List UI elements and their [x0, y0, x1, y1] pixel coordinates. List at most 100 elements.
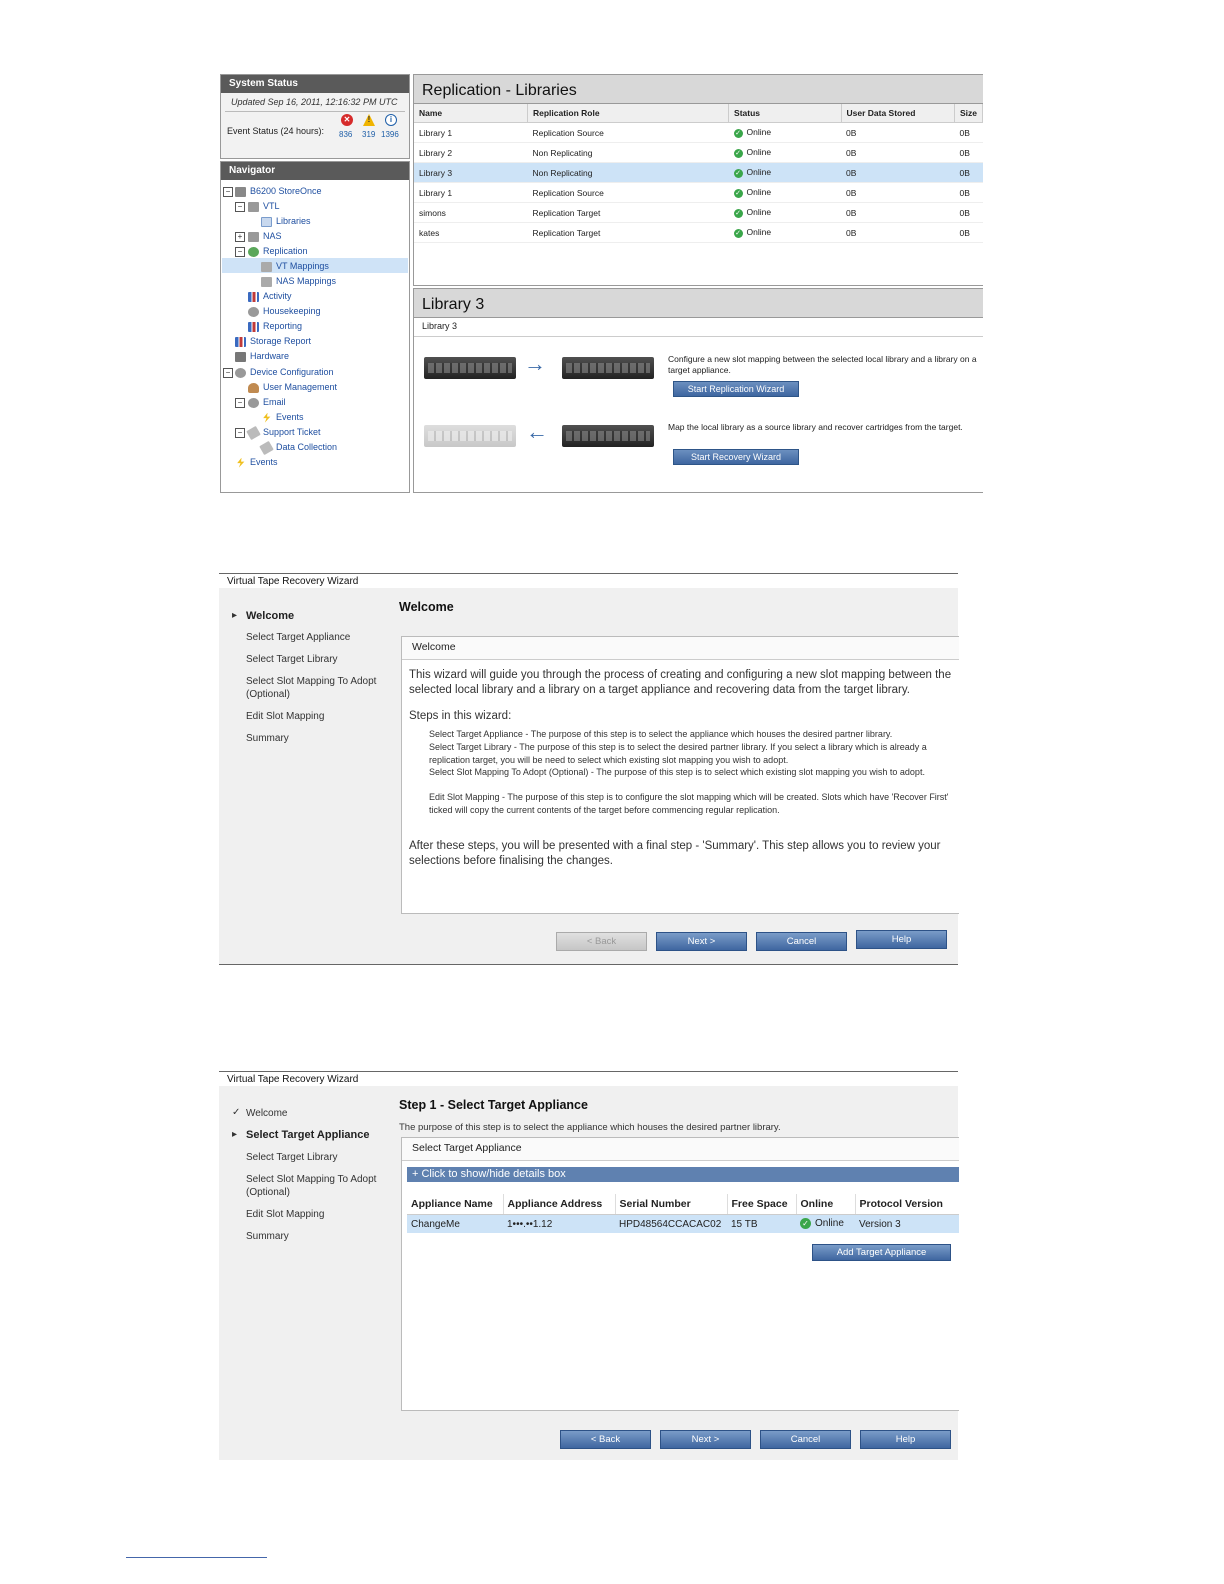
- collapse-icon[interactable]: −: [235, 247, 245, 257]
- target-appliance-image: [562, 425, 654, 447]
- nav-item-activity[interactable]: Activity: [248, 289, 292, 303]
- lightning-icon: [237, 457, 245, 468]
- next-button[interactable]: Next >: [660, 1430, 751, 1449]
- start-replication-wizard-button[interactable]: Start Replication Wizard: [673, 381, 799, 397]
- column-header-role[interactable]: Replication Role: [527, 104, 730, 123]
- footnote-separator: [126, 1557, 267, 1558]
- column-header-free-space[interactable]: Free Space: [727, 1194, 797, 1215]
- column-header-protocol-version[interactable]: Protocol Version: [855, 1194, 959, 1215]
- online-check-icon: ✓: [733, 228, 743, 238]
- step-description: Select Target Library - The purpose of t…: [429, 742, 927, 765]
- column-header-appliance-name[interactable]: Appliance Name: [407, 1194, 504, 1215]
- online-check-icon: ✓: [733, 208, 743, 218]
- library-detail-panel: Library 3 Library 3 → Configure a new sl…: [413, 288, 983, 493]
- collapse-icon[interactable]: −: [235, 398, 245, 408]
- back-button[interactable]: < Back: [560, 1430, 651, 1449]
- next-button[interactable]: Next >: [656, 932, 747, 951]
- replication-libraries-panel: Replication - Libraries Name Replication…: [413, 74, 984, 286]
- replication-icon: [248, 246, 259, 257]
- collapse-icon[interactable]: −: [235, 202, 245, 212]
- online-check-icon: ✓: [733, 168, 743, 178]
- column-header-appliance-address[interactable]: Appliance Address: [503, 1194, 616, 1215]
- recovery-wizard-welcome-screenshot: Virtual Tape Recovery Wizard ▸ Welcome S…: [219, 573, 959, 965]
- step-select-target-appliance[interactable]: Select Target Appliance: [246, 631, 386, 644]
- collapse-icon[interactable]: −: [223, 187, 233, 197]
- nav-item-reporting[interactable]: Reporting: [248, 319, 302, 333]
- nav-item-support-ticket[interactable]: Support Ticket: [246, 425, 321, 440]
- wizard-title: Virtual Tape Recovery Wizard: [227, 576, 359, 587]
- step-select-target-library[interactable]: Select Target Library: [246, 1151, 386, 1164]
- start-recovery-wizard-button[interactable]: Start Recovery Wizard: [673, 449, 799, 465]
- table-row[interactable]: Library 1 Replication Source ✓ Online 0B …: [414, 182, 983, 203]
- nav-item-libraries[interactable]: Libraries: [261, 214, 311, 228]
- collapse-icon[interactable]: −: [223, 368, 233, 378]
- step-select-slot-mapping[interactable]: Select Slot Mapping To Adopt (Optional): [246, 1173, 386, 1199]
- table-row[interactable]: kates Replication Target ✓ Online 0B 0B: [414, 222, 983, 243]
- recovery-wizard-step1-screenshot: Virtual Tape Recovery Wizard ✓ Welcome ▸…: [219, 1071, 959, 1460]
- column-header-serial-number[interactable]: Serial Number: [615, 1194, 728, 1215]
- step-description: Select Slot Mapping To Adopt (Optional) …: [429, 767, 925, 777]
- nav-item-events[interactable]: Events: [235, 455, 278, 469]
- details-toggle-bar[interactable]: + Click to show/hide details box: [407, 1167, 959, 1182]
- table-row[interactable]: simons Replication Target ✓ Online 0B 0B: [414, 202, 983, 223]
- error-icon[interactable]: ✕: [341, 114, 353, 126]
- add-target-appliance-button[interactable]: Add Target Appliance: [812, 1244, 951, 1261]
- ticket-icon: [259, 440, 274, 455]
- step-summary[interactable]: Summary: [246, 1230, 386, 1243]
- hardware-icon: [235, 351, 246, 362]
- column-header-name[interactable]: Name: [414, 104, 528, 123]
- cancel-button[interactable]: Cancel: [756, 932, 847, 951]
- warning-count[interactable]: 319: [362, 130, 375, 139]
- table-row[interactable]: Library 2 Non Replicating ✓ Online 0B 0B: [414, 142, 983, 163]
- help-button[interactable]: Help: [860, 1430, 951, 1449]
- info-icon[interactable]: i: [385, 114, 397, 126]
- column-header-online[interactable]: Online: [796, 1194, 856, 1215]
- collapse-icon[interactable]: −: [235, 428, 245, 438]
- expand-icon[interactable]: +: [235, 232, 245, 242]
- nav-item-data-collection[interactable]: Data Collection: [259, 440, 337, 455]
- nav-item-storage-report[interactable]: Storage Report: [235, 334, 311, 348]
- activity-chart-icon: [248, 291, 259, 302]
- step-select-target-appliance[interactable]: Select Target Appliance: [246, 1129, 386, 1142]
- cancel-button[interactable]: Cancel: [760, 1430, 851, 1449]
- step-select-target-library[interactable]: Select Target Library: [246, 653, 386, 666]
- help-button[interactable]: Help: [856, 930, 947, 949]
- nav-item-user-management[interactable]: User Management: [248, 380, 337, 394]
- column-header-status[interactable]: Status: [728, 104, 842, 123]
- appliance-row-selected[interactable]: ChangeMe 1•••.••1.12 HPD48564CCACAC02 15…: [407, 1214, 959, 1233]
- table-row-selected[interactable]: Library 3 Non Replicating ✓ Online 0B 0B: [414, 162, 983, 183]
- welcome-content-box: Welcome This wizard will guide you throu…: [401, 636, 959, 914]
- table-row[interactable]: Library 1 Replication Source ✓ Online 0B …: [414, 122, 983, 143]
- nav-item-vtl[interactable]: VTL: [248, 199, 280, 213]
- step-edit-slot-mapping[interactable]: Edit Slot Mapping: [246, 1208, 386, 1221]
- step-select-slot-mapping[interactable]: Select Slot Mapping To Adopt (Optional): [246, 675, 386, 701]
- arrow-left-icon: ←: [526, 419, 548, 444]
- column-header-size[interactable]: Size: [954, 104, 984, 123]
- step-welcome[interactable]: Welcome: [246, 610, 386, 623]
- nav-item-email[interactable]: Email: [248, 395, 286, 409]
- step-edit-slot-mapping[interactable]: Edit Slot Mapping: [246, 710, 386, 723]
- nav-item-nas-mappings[interactable]: NAS Mappings: [261, 274, 336, 288]
- nav-item-housekeeping[interactable]: Housekeeping: [248, 304, 321, 318]
- back-button[interactable]: < Back: [556, 932, 647, 951]
- lightning-icon: [263, 412, 271, 423]
- wizard-intro-text: This wizard will guide you through the p…: [409, 669, 952, 696]
- step-welcome[interactable]: Welcome: [246, 1107, 386, 1120]
- info-count[interactable]: 1396: [381, 130, 399, 139]
- nav-item-device-configuration[interactable]: Device Configuration: [235, 365, 334, 379]
- nav-item-b6200-storeonce[interactable]: B6200 StoreOnce: [235, 184, 322, 198]
- page-title: Step 1 - Select Target Appliance: [399, 1098, 588, 1112]
- nav-item-vt-mappings[interactable]: VT Mappings: [261, 259, 329, 273]
- step-description: Select Target Appliance - The purpose of…: [429, 729, 893, 739]
- error-count[interactable]: 836: [339, 130, 352, 139]
- warning-icon[interactable]: !: [363, 114, 375, 126]
- nav-item-nas[interactable]: NAS: [248, 229, 282, 243]
- online-check-icon: ✓: [800, 1218, 811, 1230]
- nav-item-hardware[interactable]: Hardware: [235, 349, 289, 363]
- nav-item-replication[interactable]: Replication: [248, 244, 308, 258]
- step-summary[interactable]: Summary: [246, 732, 386, 745]
- current-step-arrow-icon: ▸: [232, 610, 238, 621]
- column-header-user-data[interactable]: User Data Stored: [841, 104, 955, 123]
- nav-item-email-events[interactable]: Events: [261, 410, 304, 424]
- ticket-icon: [246, 425, 261, 440]
